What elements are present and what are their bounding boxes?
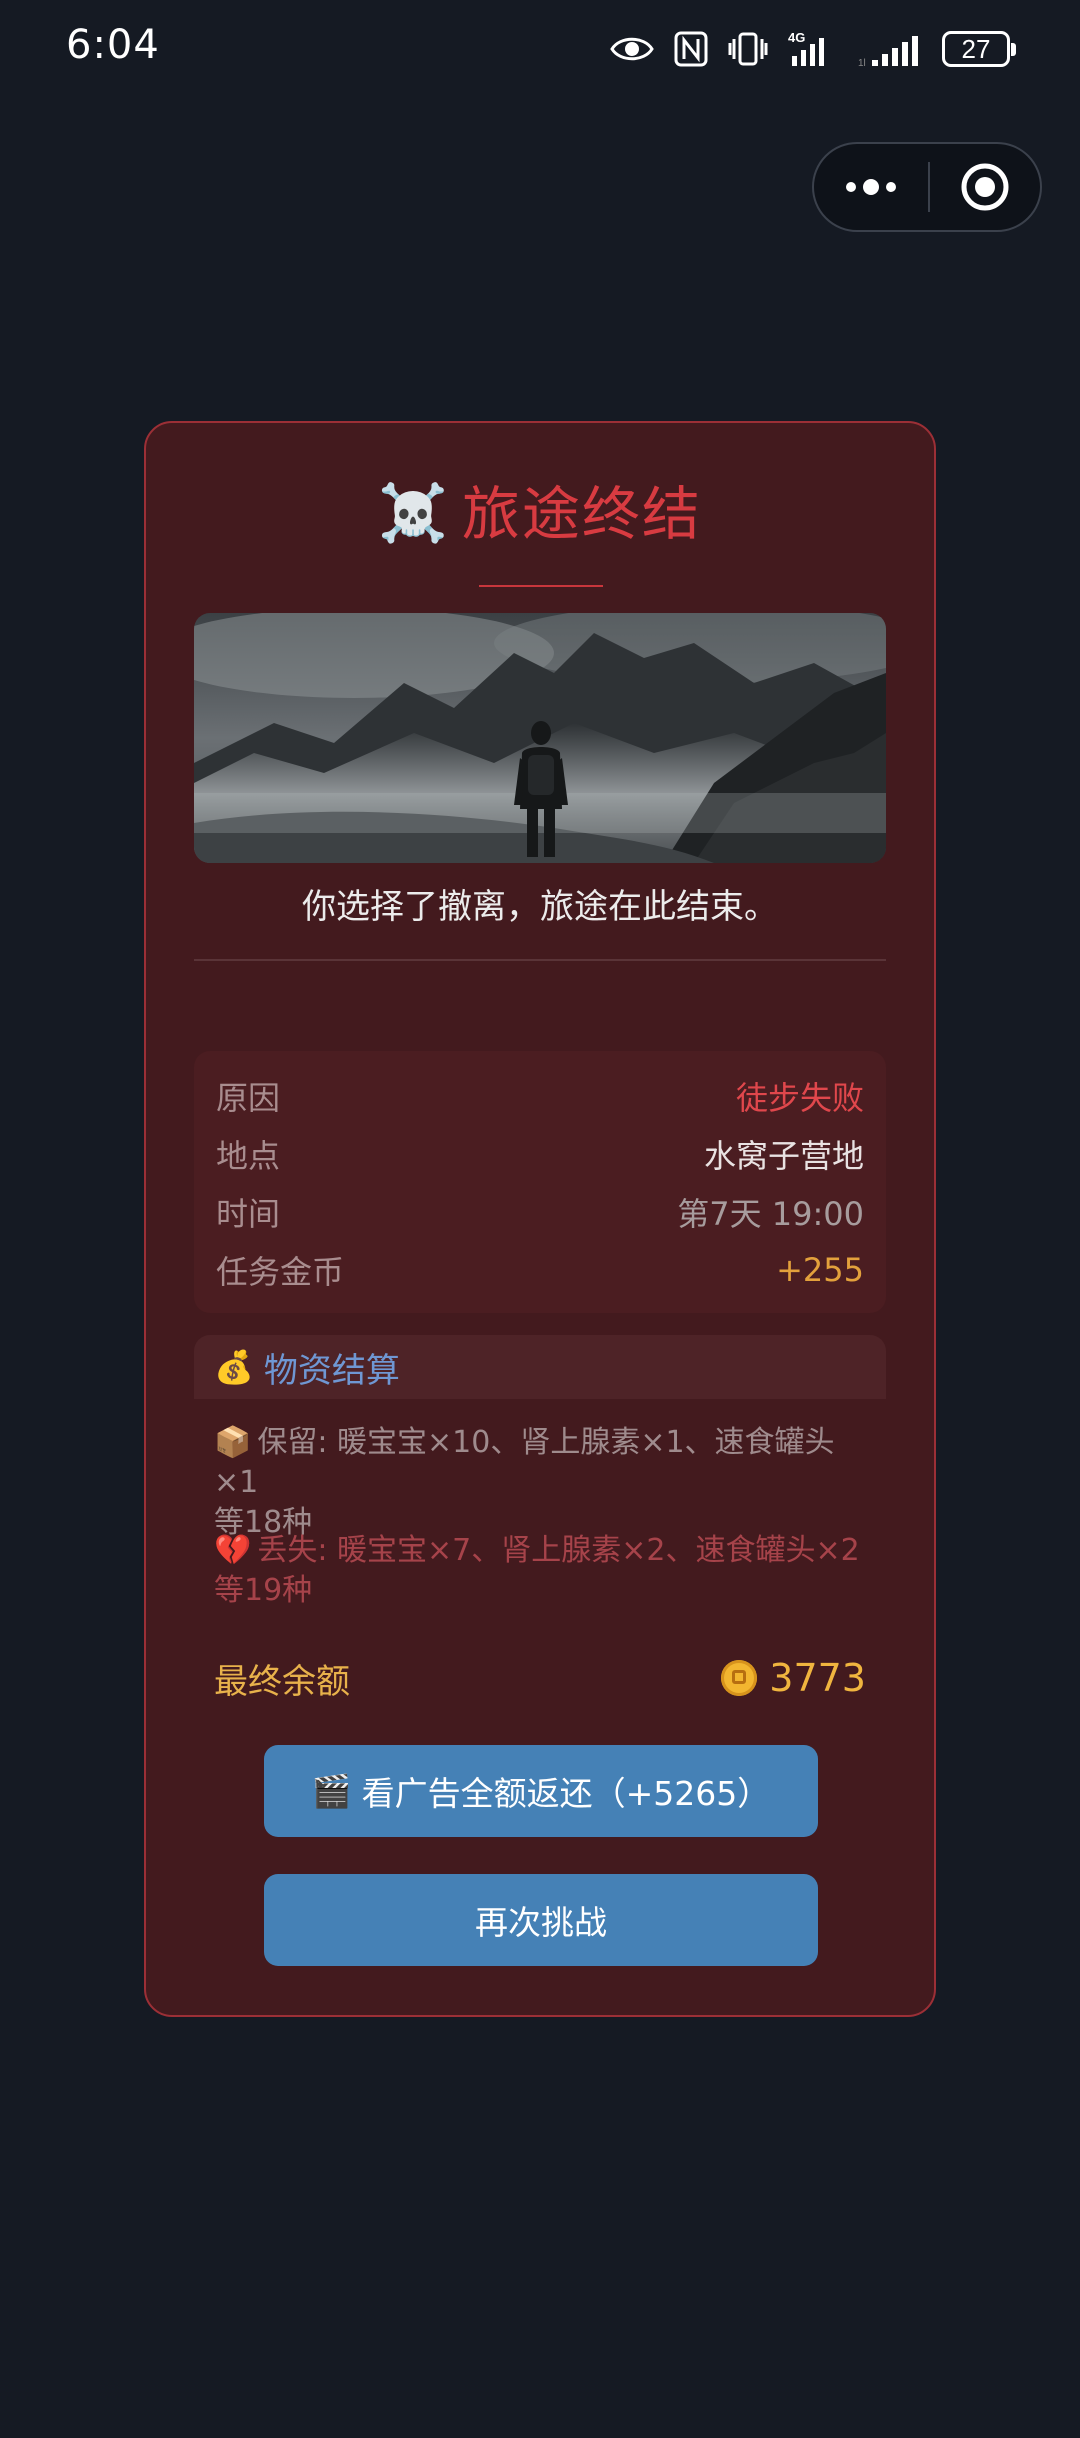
settlement-title: 物资结算 <box>263 1350 400 1391</box>
status-time: 6:04 <box>66 22 160 68</box>
journey-end-dialog: ☠️ 旅途终结 你选择了撤离，旅途在此结束。 原因 徒步失败 地点 水窝子营地 … <box>144 421 936 2017</box>
lost-items: 💔 丢失: 暖宝宝×7、肾上腺素×2、速食罐头×2 等19种 <box>214 1531 874 1611</box>
vibrate-icon <box>728 32 768 66</box>
info-box: 原因 徒步失败 地点 水窝子营地 时间 第7天 19:00 任务金币 +255 <box>194 1051 886 1313</box>
dialog-subtitle: 你选择了撤离，旅途在此结束。 <box>302 887 778 927</box>
more-dots-icon <box>846 179 896 195</box>
info-row-time: 时间 第7天 19:00 <box>216 1187 864 1237</box>
watch-ad-label: 看广告全额返还（+5265） <box>361 1774 771 1813</box>
info-label: 原因 <box>216 1079 281 1117</box>
final-balance-label: 最终余额 <box>214 1661 350 1702</box>
battery-indicator: 27 <box>942 31 1016 67</box>
svg-text:1l: 1l <box>858 58 866 68</box>
dialog-title: 旅途终结 <box>461 480 702 548</box>
dialog-title-row: ☠️ 旅途终结 <box>146 479 934 549</box>
clapperboard-icon: 🎬 <box>311 1772 352 1810</box>
signal-4g-icon: 4G <box>788 30 824 66</box>
info-row-coins: 任务金币 +255 <box>216 1245 864 1295</box>
scene-image <box>194 613 886 863</box>
eye-icon <box>610 37 654 61</box>
final-balance: 3773 <box>721 1656 866 1700</box>
info-value: 水窝子营地 <box>703 1137 864 1175</box>
info-label: 任务金币 <box>216 1253 345 1291</box>
svg-text:4G: 4G <box>788 30 805 45</box>
broken-heart-icon: 💔 <box>214 1533 252 1568</box>
info-value: +255 <box>776 1251 864 1289</box>
info-label: 地点 <box>216 1137 281 1175</box>
mini-program-capsule <box>812 142 1042 232</box>
watch-ad-refund-button[interactable]: 🎬 看广告全额返还（+5265） <box>264 1745 818 1837</box>
skull-icon: ☠️ <box>378 481 448 546</box>
kept-items-text: 保留: 暖宝宝×10、肾上腺素×1、速食罐头×1 <box>214 1425 835 1500</box>
lost-items-text: 丢失: 暖宝宝×7、肾上腺素×2、速食罐头×2 <box>257 1533 860 1568</box>
kept-items: 📦 保留: 暖宝宝×10、肾上腺素×1、速食罐头×1 等18种 <box>214 1423 874 1543</box>
package-icon: 📦 <box>214 1425 252 1460</box>
lost-items-more: 等19种 <box>214 1573 313 1608</box>
info-value: 徒步失败 <box>735 1079 864 1117</box>
info-row-location: 地点 水窝子营地 <box>216 1129 864 1179</box>
coin-icon <box>721 1660 758 1696</box>
retry-button[interactable]: 再次挑战 <box>264 1874 818 1966</box>
final-balance-row: 最终余额 3773 <box>214 1651 866 1705</box>
final-balance-value: 3773 <box>769 1656 866 1700</box>
retry-label: 再次挑战 <box>475 1903 607 1942</box>
info-label: 时间 <box>216 1195 281 1233</box>
status-icons: 4G 1l 27 <box>610 26 1016 72</box>
close-button[interactable] <box>930 144 1040 230</box>
money-bag-icon: 💰 <box>214 1348 254 1386</box>
title-underline <box>479 585 603 587</box>
more-button[interactable] <box>814 144 928 230</box>
section-divider <box>194 959 886 961</box>
info-row-reason: 原因 徒步失败 <box>216 1071 864 1121</box>
hiker-mountain-illustration <box>194 613 886 863</box>
info-value: 第7天 19:00 <box>677 1195 864 1233</box>
target-circle-icon <box>961 163 1009 211</box>
signal-icon: 1l <box>858 36 918 68</box>
nfc-icon <box>674 31 708 67</box>
settlement-header: 💰 物资结算 <box>194 1335 886 1399</box>
